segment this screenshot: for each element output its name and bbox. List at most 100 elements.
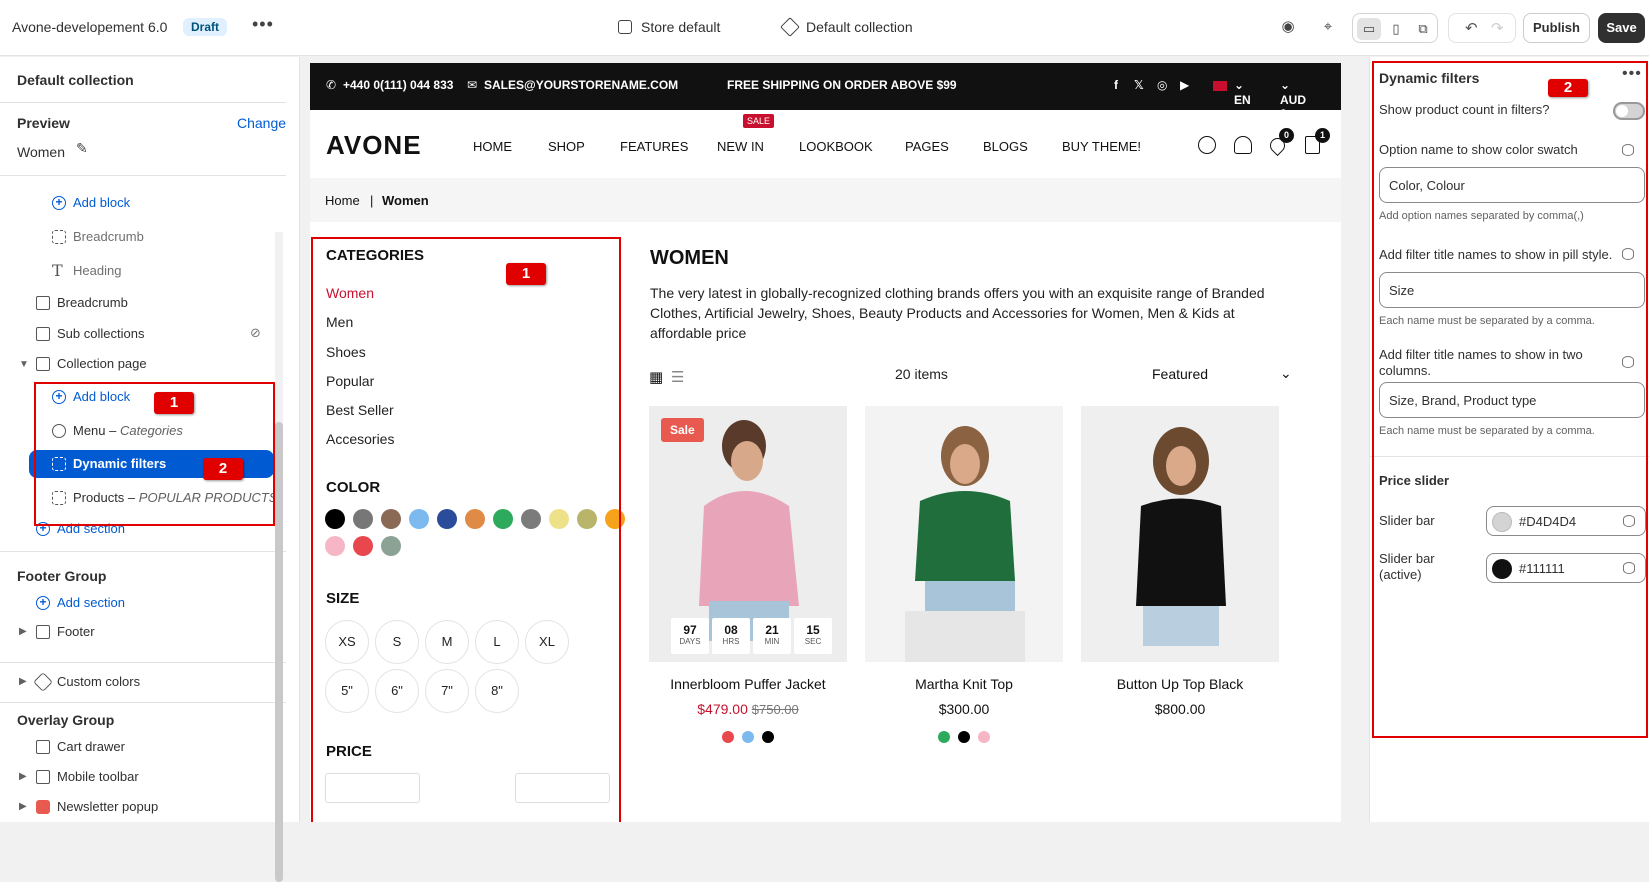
block-breadcrumb[interactable]: Breadcrumb [0,223,286,251]
product-price: $800.00 [1154,701,1206,717]
currency-selector[interactable]: AUD $ ⌄ [1280,78,1306,121]
sale-tag: SALE [743,114,775,128]
mobile-icon[interactable]: ▯ [1384,18,1408,40]
store-icon [618,20,632,34]
product-name[interactable]: Martha Knit Top [865,676,1063,692]
section-label: Breadcrumb [57,295,128,310]
swatch[interactable] [722,731,734,743]
timer-unit: DAYS [679,637,701,646]
crumb-home[interactable]: Home [325,193,360,208]
compare-price: $750.00 [751,702,799,717]
announcement-bar: ✆ +440 0(111) 044 833 ✉ SALES@YOURSTOREN… [310,63,1341,121]
save-button[interactable]: Save [1598,13,1645,43]
timer-value: 97 [683,623,697,637]
paint-icon [33,672,53,692]
product-price: $300.00 [938,701,990,717]
email-text[interactable]: SALES@YOURSTORENAME.COM [484,78,678,92]
sidebar-scrollbar[interactable] [275,232,283,882]
nav-shop[interactable]: SHOP [548,139,585,154]
language-selector[interactable]: EN ⌄ [1234,78,1251,107]
block-heading[interactable]: T Heading [0,257,286,285]
section-label: Custom colors [57,674,141,689]
product-image[interactable] [1081,406,1279,662]
nav-lookbook[interactable]: LOOKBOOK [799,139,873,154]
x-icon[interactable]: 𝕏 [1134,78,1144,92]
app-embed-icon[interactable]: ◉ [1278,17,1298,37]
section-icon [36,740,50,754]
swatch[interactable] [978,731,990,743]
sale-badge: Sale [661,418,704,442]
product-price: $479.00 $750.00 [649,701,847,717]
swatch[interactable] [742,731,754,743]
template-selector[interactable]: Default collection [780,17,913,37]
youtube-icon[interactable]: ▶ [1180,78,1189,92]
grid-view-icon[interactable]: ▦ [649,368,663,386]
cart-count: 1 [1315,128,1330,143]
publish-button[interactable]: Publish [1523,13,1590,43]
redo-icon[interactable]: ↷ [1491,19,1504,37]
store-logo[interactable]: AVONE [326,130,422,161]
section-mobile-toolbar[interactable]: ▶ Mobile toolbar [0,763,286,791]
sale-price: $479.00 [697,701,748,717]
section-label: Collection page [57,356,147,371]
nav-home[interactable]: HOME [473,139,512,154]
block-label: Heading [73,263,122,278]
flag-icon [1213,81,1227,91]
facebook-icon[interactable]: f [1114,78,1118,92]
chevron-down-icon[interactable]: ▼ [19,359,29,370]
settings-panel: Dynamic filters ••• Show product count i… [1369,57,1649,822]
instagram-icon[interactable]: ◎ [1157,78,1167,92]
section-cart-drawer[interactable]: Cart drawer [0,733,286,761]
phone-text[interactable]: +440 0(111) 044 833 [343,78,453,92]
custom-colors[interactable]: ▶ Custom colors [0,668,286,696]
undo-icon[interactable]: ↶ [1465,19,1478,37]
annotation-badge: 2 [203,458,243,480]
sort-select[interactable]: Featured ⌄ [1152,365,1292,382]
store-selector[interactable]: Store default [618,19,720,35]
inspector-icon[interactable]: ⌖ [1318,17,1338,37]
crumb-current: Women [382,193,429,208]
theme-name: Avone-developement 6.0 [12,19,168,35]
countdown-minutes: 21 MIN [753,618,791,654]
chevron-right-icon[interactable]: ▶ [19,771,27,782]
history-controls: ↶ ↷ [1448,13,1516,43]
more-icon[interactable]: ••• [252,14,274,35]
nav-pages[interactable]: PAGES [905,139,949,154]
nav-buy-theme[interactable]: BUY THEME! [1062,139,1141,154]
add-section-footer[interactable]: + Add section [0,589,286,617]
list-view-icon[interactable]: ☰ [671,368,684,386]
chevron-right-icon[interactable]: ▶ [19,626,27,637]
section-collection-page[interactable]: ▼ Collection page [0,350,286,378]
product-name[interactable]: Button Up Top Black [1081,676,1279,692]
nav-features[interactable]: FEATURES [620,139,688,154]
shipping-text: FREE SHIPPING ON ORDER ABOVE $99 [727,78,957,92]
product-image[interactable] [865,406,1063,662]
swatch[interactable] [762,731,774,743]
change-link[interactable]: Change [237,115,286,131]
section-sub-collections[interactable]: Sub collections ⊘ [0,320,286,348]
chevron-right-icon[interactable]: ▶ [19,801,27,812]
account-icon[interactable] [1234,136,1252,154]
nav-new-in[interactable]: NEW IN [717,139,764,154]
swatch[interactable] [938,731,950,743]
product-name[interactable]: Innerbloom Puffer Jacket [649,676,847,692]
section-breadcrumb[interactable]: Breadcrumb [0,289,286,317]
fullwidth-icon[interactable]: ⧉ [1411,18,1435,40]
timer-unit: MIN [764,637,780,646]
search-icon[interactable] [1198,136,1216,154]
collection-title: WOMEN [650,247,729,269]
section-footer[interactable]: ▶ Footer [0,618,286,646]
annotation-badge: 1 [506,263,546,285]
section-newsletter-popup[interactable]: ▶ Newsletter popup [0,793,286,821]
section-icon [36,296,50,310]
swatch[interactable] [958,731,970,743]
add-block-header[interactable]: + Add block [0,189,286,217]
store-header: AVONE HOME SHOP FEATURES NEW IN SALE LOO… [310,110,1341,178]
chevron-right-icon[interactable]: ▶ [19,676,27,687]
nav-blogs[interactable]: BLOGS [983,139,1028,154]
pencil-icon[interactable]: ✎ [76,140,88,157]
desktop-icon[interactable]: ▭ [1357,18,1381,40]
hidden-eye-icon[interactable]: ⊘ [250,325,261,341]
section-label: Footer [57,624,95,639]
editor-topbar: Avone-developement 6.0 Draft ••• Store d… [0,0,1649,56]
